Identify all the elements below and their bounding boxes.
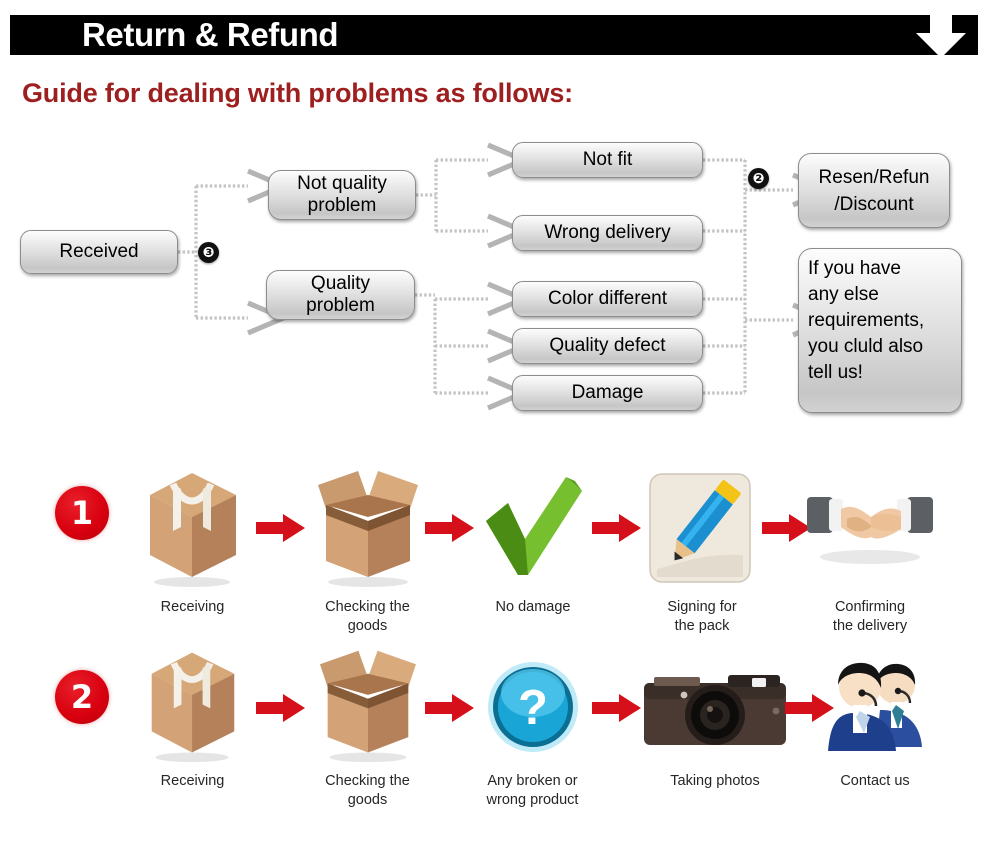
flow-node-not-quality-problem[interactable]: Not quality problem [268, 170, 416, 220]
process-step: ? [487, 661, 579, 758]
flow-node-label-line2: problem [306, 295, 375, 316]
branch-step-badge: ❸ [198, 242, 219, 263]
process-step-caption: Checking the goods [290, 772, 445, 810]
flow-node-label-line1: Resen/Refun [818, 166, 930, 188]
svg-text:?: ? [518, 681, 548, 735]
open-box-icon [319, 650, 416, 763]
caption-line-1: Receiving [160, 773, 225, 789]
caption-line-2: the delivery [832, 618, 908, 634]
process-step [310, 645, 425, 770]
process-step [805, 479, 935, 589]
caption-line-1: Signing for [667, 599, 737, 615]
pencil-sign-icon [649, 473, 751, 583]
down-arrow-icon [916, 12, 966, 58]
flow-node-not-fit[interactable]: Not fit [512, 142, 703, 178]
caption-line-2: goods [347, 792, 388, 808]
caption-line-1: Taking photos [670, 773, 760, 789]
handshake-icon [807, 497, 933, 564]
process-step-caption: No damage [458, 598, 608, 617]
process-step-caption: Receiving [120, 772, 265, 791]
sealed-box-icon [151, 652, 235, 763]
flow-node-label-line1: Not quality [297, 173, 387, 194]
flow-node-label-line1: Quality [310, 273, 371, 294]
process-row-1: 1 Receiving Checking the goods No damage… [0, 465, 1000, 640]
flow-node-received[interactable]: Received [20, 230, 178, 274]
caption-line-2: the pack [674, 618, 730, 634]
red-arrow-icon [592, 694, 641, 722]
flow-node-label: Wrong delivery [544, 222, 671, 243]
red-arrow-icon [425, 694, 474, 722]
process-step-caption: Contact us [805, 772, 945, 791]
page-title: Return & Refund [82, 16, 339, 53]
merge-step-badge: ❷ [748, 168, 769, 189]
support-agents-icon [828, 662, 922, 751]
red-arrow-icon [592, 514, 641, 542]
red-arrow-icon [425, 514, 474, 542]
guide-heading: Guide for dealing with problems as follo… [22, 78, 573, 108]
caption-line-2: wrong product [486, 792, 579, 808]
green-check-icon [486, 477, 582, 575]
process-step [640, 665, 790, 760]
process-row-2: 2 Receiving Checking the goods ? Any bro… [0, 645, 1000, 825]
camera-icon [644, 675, 786, 745]
caption-line-1: Checking the [325, 599, 410, 615]
flow-node-color-different[interactable]: Color different [512, 281, 703, 317]
flow-node-label: Quality defect [549, 335, 666, 356]
sealed-box-icon [150, 473, 236, 587]
process-step [820, 655, 930, 765]
process-step-caption: Any broken or wrong product [455, 772, 610, 810]
flow-node-damage[interactable]: Damage [512, 375, 703, 411]
flow-node-wrong-delivery[interactable]: Wrong delivery [512, 215, 703, 251]
open-box-icon [318, 471, 418, 587]
note-line-4: you cluld also [808, 336, 924, 357]
process-step [140, 645, 245, 770]
problem-flowchart: Received ❸ Not quality problem Quality p… [0, 130, 1000, 430]
flow-node-resend-refund-discount[interactable]: Resen/Refun /Discount [798, 153, 950, 228]
flow-node-label: Not fit [582, 149, 633, 170]
row-number-badge: 2 [55, 670, 109, 724]
note-line-3: requirements, [808, 310, 925, 331]
caption-line-1: Checking the [325, 773, 410, 789]
blue-question-icon: ? [488, 662, 578, 752]
flow-node-label: Color different [548, 288, 667, 309]
flow-node-extra-requirements-note[interactable]: If you have any else requirements, you c… [798, 248, 962, 413]
caption-line-2: goods [347, 618, 388, 634]
note-line-2: any else [808, 284, 879, 305]
process-step-caption: Receiving [120, 598, 265, 617]
process-step [310, 465, 425, 595]
caption-line-1: Receiving [160, 599, 225, 615]
process-step-caption: Checking the goods [290, 598, 445, 636]
process-step-caption: Signing for the pack [627, 598, 777, 636]
flow-node-label-line2: /Discount [834, 193, 914, 215]
return-refund-infographic: Return & Refund Guide for dealing with p… [0, 0, 1000, 841]
process-step-caption: Confirming the delivery [795, 598, 945, 636]
row-number-badge: 1 [55, 486, 109, 540]
process-step [645, 469, 755, 592]
note-line-5: tell us! [808, 362, 863, 383]
flow-node-label: Received [59, 241, 139, 262]
process-step-caption: Taking photos [640, 772, 790, 791]
caption-line-1: No damage [495, 599, 571, 615]
flow-node-quality-defect[interactable]: Quality defect [512, 328, 703, 364]
caption-line-1: Any broken or [487, 773, 578, 789]
flow-node-quality-problem[interactable]: Quality problem [266, 270, 415, 320]
caption-line-1: Contact us [840, 773, 910, 789]
note-line-1: If you have [808, 258, 901, 279]
red-arrow-icon [256, 694, 305, 722]
process-step [478, 465, 588, 595]
red-arrow-icon [256, 514, 305, 542]
caption-line-1: Confirming [834, 599, 906, 615]
process-step [140, 465, 245, 595]
flow-node-label: Damage [571, 382, 644, 403]
flow-node-label-line2: problem [307, 195, 377, 216]
